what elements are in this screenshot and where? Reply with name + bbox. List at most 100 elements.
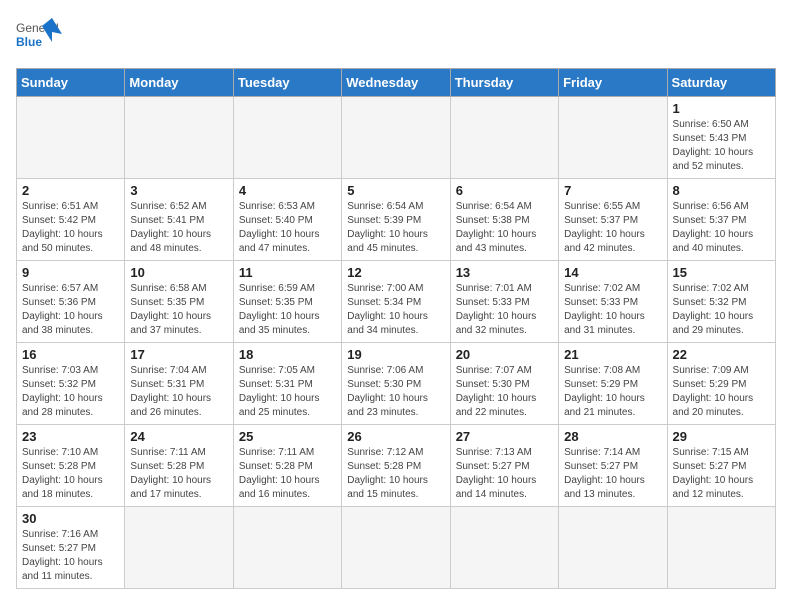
- day-info: Sunrise: 7:03 AM Sunset: 5:32 PM Dayligh…: [22, 364, 119, 420]
- day-info: Sunrise: 6:57 AM Sunset: 5:36 PM Dayligh…: [22, 282, 119, 338]
- day-number: 16: [22, 347, 119, 362]
- header-day-saturday: Saturday: [667, 69, 775, 97]
- calendar-cell: [233, 507, 341, 589]
- calendar-cell: 29 Sunrise: 7:15 AM Sunset: 5:27 PM Dayli…: [667, 425, 775, 507]
- day-info: Sunrise: 7:05 AM Sunset: 5:31 PM Dayligh…: [239, 364, 336, 420]
- calendar-cell: 17Sunrise: 7:04 AM Sunset: 5:31 PM Dayli…: [125, 343, 233, 425]
- day-info: Sunrise: 6:50 AM Sunset: 5:43 PM Dayligh…: [673, 118, 770, 174]
- calendar-cell: 15 Sunrise: 7:02 AM Sunset: 5:32 PM Dayli…: [667, 261, 775, 343]
- day-number: 4: [239, 183, 336, 198]
- day-info: Sunrise: 7:16 AM Sunset: 5:27 PM Dayligh…: [22, 528, 119, 584]
- calendar-cell: 3Sunrise: 6:52 AM Sunset: 5:41 PM Daylig…: [125, 179, 233, 261]
- calendar-cell: 21Sunrise: 7:08 AM Sunset: 5:29 PM Dayli…: [559, 343, 667, 425]
- day-number: 28: [564, 429, 661, 444]
- day-info: Sunrise: 6:58 AM Sunset: 5:35 PM Dayligh…: [130, 282, 227, 338]
- day-info: Sunrise: 7:06 AM Sunset: 5:30 PM Dayligh…: [347, 364, 444, 420]
- day-number: 18: [239, 347, 336, 362]
- day-number: 11: [239, 265, 336, 280]
- calendar-cell: 6 Sunrise: 6:54 AM Sunset: 5:38 PM Daylig…: [450, 179, 558, 261]
- calendar-cell: 16 Sunrise: 7:03 AM Sunset: 5:32 PM Dayli…: [17, 343, 125, 425]
- day-info: Sunrise: 7:07 AM Sunset: 5:30 PM Dayligh…: [456, 364, 553, 420]
- day-number: 15: [673, 265, 770, 280]
- day-number: 2: [22, 183, 119, 198]
- calendar-cell: 18 Sunrise: 7:05 AM Sunset: 5:31 PM Dayli…: [233, 343, 341, 425]
- day-number: 22: [673, 347, 770, 362]
- calendar-cell: 9 Sunrise: 6:57 AM Sunset: 5:36 PM Daylig…: [17, 261, 125, 343]
- calendar-cell: 30 Sunrise: 7:16 AM Sunset: 5:27 PM Dayli…: [17, 507, 125, 589]
- calendar-cell: 24Sunrise: 7:11 AM Sunset: 5:28 PM Dayli…: [125, 425, 233, 507]
- day-number: 30: [22, 511, 119, 526]
- day-info: Sunrise: 7:12 AM Sunset: 5:28 PM Dayligh…: [347, 446, 444, 502]
- day-number: 25: [239, 429, 336, 444]
- calendar-cell: 20 Sunrise: 7:07 AM Sunset: 5:30 PM Dayli…: [450, 343, 558, 425]
- calendar-cell: [450, 507, 558, 589]
- header: General Blue: [16, 16, 776, 60]
- calendar-cell: 14 Sunrise: 7:02 AM Sunset: 5:33 PM Dayli…: [559, 261, 667, 343]
- calendar-cell: 7 Sunrise: 6:55 AM Sunset: 5:37 PM Daylig…: [559, 179, 667, 261]
- calendar-cell: 27Sunrise: 7:13 AM Sunset: 5:27 PM Dayli…: [450, 425, 558, 507]
- day-number: 8: [673, 183, 770, 198]
- calendar-cell: 1 Sunrise: 6:50 AM Sunset: 5:43 PM Daylig…: [667, 97, 775, 179]
- header-day-sunday: Sunday: [17, 69, 125, 97]
- day-number: 20: [456, 347, 553, 362]
- day-info: Sunrise: 6:54 AM Sunset: 5:38 PM Dayligh…: [456, 200, 553, 256]
- calendar-cell: [559, 97, 667, 179]
- calendar-cell: [17, 97, 125, 179]
- day-number: 9: [22, 265, 119, 280]
- day-number: 26: [347, 429, 444, 444]
- day-info: Sunrise: 6:51 AM Sunset: 5:42 PM Dayligh…: [22, 200, 119, 256]
- calendar-cell: 22Sunrise: 7:09 AM Sunset: 5:29 PM Dayli…: [667, 343, 775, 425]
- day-info: Sunrise: 7:15 AM Sunset: 5:27 PM Dayligh…: [673, 446, 770, 502]
- day-number: 12: [347, 265, 444, 280]
- calendar-cell: 8 Sunrise: 6:56 AM Sunset: 5:37 PM Daylig…: [667, 179, 775, 261]
- day-info: Sunrise: 7:02 AM Sunset: 5:33 PM Dayligh…: [564, 282, 661, 338]
- day-number: 21: [564, 347, 661, 362]
- calendar-cell: [667, 507, 775, 589]
- calendar-cell: 12 Sunrise: 7:00 AM Sunset: 5:34 PM Dayli…: [342, 261, 450, 343]
- day-info: Sunrise: 7:10 AM Sunset: 5:28 PM Dayligh…: [22, 446, 119, 502]
- calendar-cell: 10Sunrise: 6:58 AM Sunset: 5:35 PM Dayli…: [125, 261, 233, 343]
- calendar-cell: 23 Sunrise: 7:10 AM Sunset: 5:28 PM Dayli…: [17, 425, 125, 507]
- day-number: 29: [673, 429, 770, 444]
- day-info: Sunrise: 7:00 AM Sunset: 5:34 PM Dayligh…: [347, 282, 444, 338]
- day-number: 3: [130, 183, 227, 198]
- day-number: 14: [564, 265, 661, 280]
- calendar-cell: 28 Sunrise: 7:14 AM Sunset: 5:27 PM Dayli…: [559, 425, 667, 507]
- svg-text:Blue: Blue: [16, 35, 42, 49]
- day-info: Sunrise: 7:01 AM Sunset: 5:33 PM Dayligh…: [456, 282, 553, 338]
- calendar-cell: 5 Sunrise: 6:54 AM Sunset: 5:39 PM Daylig…: [342, 179, 450, 261]
- day-info: Sunrise: 6:56 AM Sunset: 5:37 PM Dayligh…: [673, 200, 770, 256]
- day-info: Sunrise: 7:13 AM Sunset: 5:27 PM Dayligh…: [456, 446, 553, 502]
- day-info: Sunrise: 7:11 AM Sunset: 5:28 PM Dayligh…: [239, 446, 336, 502]
- day-info: Sunrise: 6:54 AM Sunset: 5:39 PM Dayligh…: [347, 200, 444, 256]
- header-day-monday: Monday: [125, 69, 233, 97]
- header-day-friday: Friday: [559, 69, 667, 97]
- calendar: SundayMondayTuesdayWednesdayThursdayFrid…: [16, 68, 776, 589]
- header-day-tuesday: Tuesday: [233, 69, 341, 97]
- logo-svg: General Blue: [16, 16, 66, 60]
- header-day-wednesday: Wednesday: [342, 69, 450, 97]
- day-info: Sunrise: 6:55 AM Sunset: 5:37 PM Dayligh…: [564, 200, 661, 256]
- day-info: Sunrise: 7:02 AM Sunset: 5:32 PM Dayligh…: [673, 282, 770, 338]
- day-number: 7: [564, 183, 661, 198]
- header-day-thursday: Thursday: [450, 69, 558, 97]
- day-number: 1: [673, 101, 770, 116]
- day-number: 6: [456, 183, 553, 198]
- day-info: Sunrise: 7:04 AM Sunset: 5:31 PM Dayligh…: [130, 364, 227, 420]
- calendar-header-row: SundayMondayTuesdayWednesdayThursdayFrid…: [17, 69, 776, 97]
- day-info: Sunrise: 6:59 AM Sunset: 5:35 PM Dayligh…: [239, 282, 336, 338]
- calendar-cell: [342, 507, 450, 589]
- calendar-cell: [559, 507, 667, 589]
- day-info: Sunrise: 6:53 AM Sunset: 5:40 PM Dayligh…: [239, 200, 336, 256]
- day-number: 13: [456, 265, 553, 280]
- calendar-cell: [233, 97, 341, 179]
- day-info: Sunrise: 7:14 AM Sunset: 5:27 PM Dayligh…: [564, 446, 661, 502]
- calendar-cell: 19 Sunrise: 7:06 AM Sunset: 5:30 PM Dayli…: [342, 343, 450, 425]
- calendar-cell: [342, 97, 450, 179]
- day-number: 23: [22, 429, 119, 444]
- day-number: 19: [347, 347, 444, 362]
- day-info: Sunrise: 7:11 AM Sunset: 5:28 PM Dayligh…: [130, 446, 227, 502]
- day-number: 5: [347, 183, 444, 198]
- calendar-cell: 26 Sunrise: 7:12 AM Sunset: 5:28 PM Dayli…: [342, 425, 450, 507]
- logo: General Blue: [16, 16, 66, 60]
